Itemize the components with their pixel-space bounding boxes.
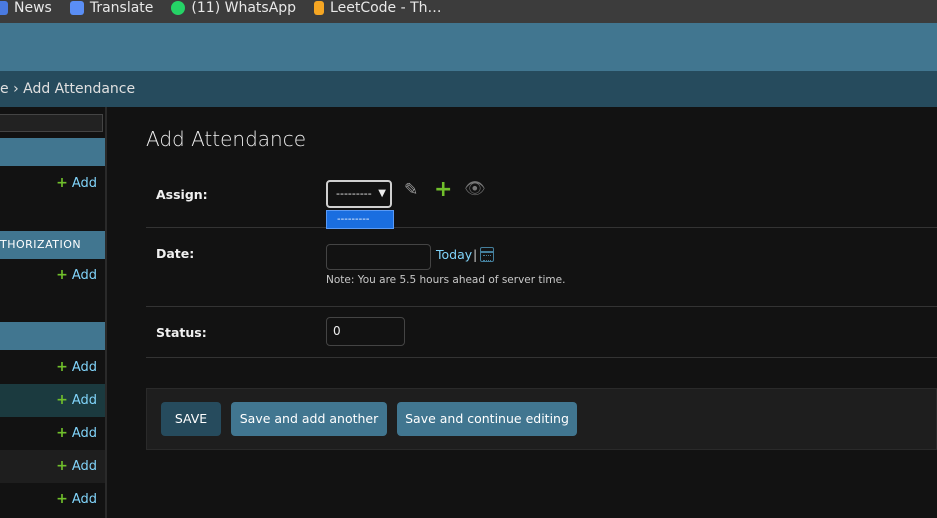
sidebar-model-row: + Add: [0, 167, 105, 200]
bookmark-news[interactable]: News: [0, 0, 52, 16]
sidebar-model-row: + Add: [0, 483, 105, 516]
sidebar-add-link[interactable]: + Add: [56, 351, 97, 384]
plus-icon: +: [56, 267, 68, 283]
sidebar-add-link[interactable]: + Add: [56, 417, 97, 450]
eye-icon[interactable]: 👁: [464, 179, 486, 199]
bookmark-label: (11) WhatsApp: [191, 0, 297, 16]
date-help-text: Note: You are 5.5 hours ahead of server …: [326, 274, 566, 286]
site-header: [0, 23, 937, 71]
sidebar-model-row: + Add: [0, 259, 105, 292]
sidebar-add-link[interactable]: + Add: [56, 450, 97, 483]
status-input[interactable]: 0: [326, 317, 405, 346]
nav-sidebar: + Add THORIZATION + Add + Add + Add + Add + Ad…: [0, 107, 107, 518]
sidebar-add-link[interactable]: + Add: [56, 167, 97, 200]
assign-dropdown-option[interactable]: ---------: [326, 210, 394, 229]
bookmark-label: LeetCode - Th…: [330, 0, 442, 16]
breadcrumb-text: e › Add Attendance: [0, 81, 136, 97]
sidebar-model-row: + Add: [0, 351, 105, 384]
bookmark-leetcode[interactable]: LeetCode - Th…: [314, 0, 442, 16]
bookmark-whatsapp[interactable]: (11) WhatsApp: [171, 0, 296, 16]
breadcrumb: e › Add Attendance: [0, 71, 937, 107]
sidebar-model-row-current: + Add: [0, 384, 105, 417]
save-and-continue-button[interactable]: Save and continue editing: [397, 402, 577, 436]
form-row-date: Date:: [146, 228, 937, 307]
submit-row: SAVE Save and add another Save and conti…: [146, 388, 937, 450]
form-row-assign: Assign:: [146, 165, 937, 228]
plus-icon: +: [56, 359, 68, 375]
form-row-status: Status:: [146, 307, 937, 358]
sidebar-app-caption[interactable]: [0, 138, 105, 166]
sidebar-filter-input[interactable]: [0, 114, 103, 132]
sidebar-add-link[interactable]: + Add: [56, 483, 97, 516]
plus-icon: +: [56, 458, 68, 474]
sidebar-app-caption-authorization[interactable]: THORIZATION: [0, 231, 105, 259]
date-input[interactable]: [326, 244, 431, 270]
bookmark-translate[interactable]: Translate: [69, 0, 154, 16]
calendar-icon[interactable]: [480, 247, 494, 262]
pencil-icon[interactable]: ✎: [404, 180, 418, 200]
plus-icon: +: [56, 425, 68, 441]
bookmark-label: News: [14, 0, 52, 16]
plus-icon: +: [56, 175, 68, 191]
chevron-down-icon: ▼: [378, 188, 386, 199]
sidebar-model-row: + Add: [0, 450, 105, 483]
plus-icon: +: [56, 491, 68, 507]
status-label: Status:: [156, 325, 207, 340]
sidebar-add-link[interactable]: + Add: [56, 259, 97, 292]
whatsapp-icon: [171, 0, 186, 15]
translate-icon: [69, 0, 84, 15]
date-label: Date:: [156, 246, 195, 261]
plus-icon: +: [56, 392, 68, 408]
bookmark-label: Translate: [89, 0, 154, 16]
leetcode-icon: [314, 0, 325, 15]
sidebar-add-link[interactable]: + Add: [56, 384, 97, 417]
today-separator: |: [473, 247, 478, 262]
bookmarks-bar: News Translate (11) WhatsApp LeetCode - …: [0, 0, 937, 23]
sidebar-app-caption[interactable]: [0, 322, 105, 350]
sidebar-model-row: + Add: [0, 417, 105, 450]
news-icon: [0, 0, 8, 15]
today-link[interactable]: Today: [436, 247, 472, 262]
main-content: Add Attendance Assign: --------- ▼ -----…: [146, 107, 937, 518]
page-title: Add Attendance: [146, 127, 306, 151]
plus-icon[interactable]: +: [434, 177, 452, 202]
save-and-add-another-button[interactable]: Save and add another: [231, 402, 387, 436]
save-button[interactable]: SAVE: [161, 402, 221, 436]
assign-label: Assign:: [156, 187, 208, 202]
assign-select[interactable]: --------- ▼: [326, 180, 392, 208]
